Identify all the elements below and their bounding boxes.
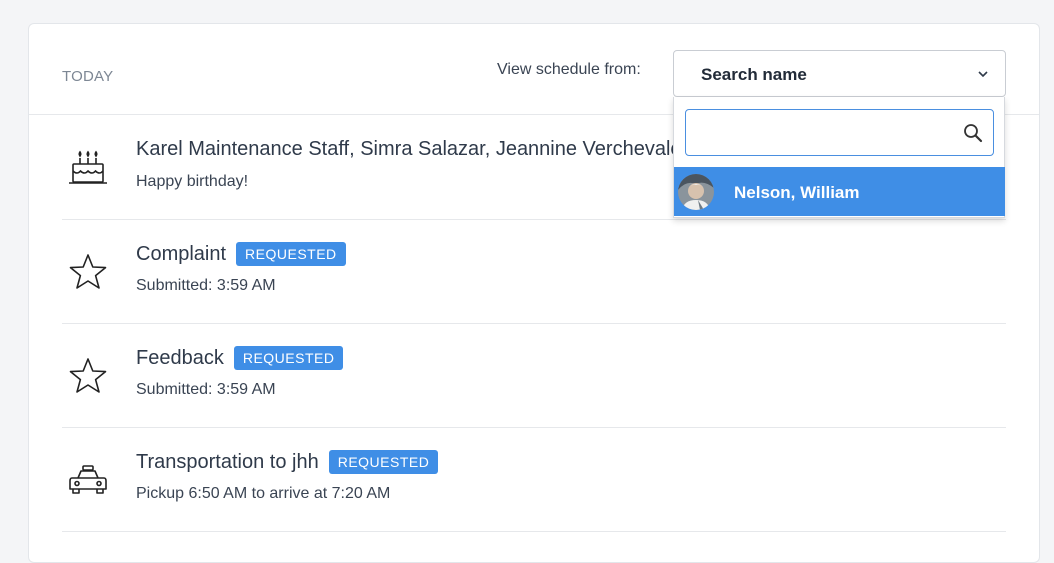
list-item: Transportation to jhh REQUESTED Pickup 6… (62, 428, 1006, 532)
list-item: Complaint REQUESTED Submitted: 3:59 AM (62, 220, 1006, 324)
star-icon (69, 254, 107, 289)
birthday-cake-icon (69, 150, 107, 184)
search-input[interactable] (694, 118, 954, 146)
name-select[interactable]: Search name (673, 50, 1006, 97)
taxi-icon (69, 465, 107, 494)
star-icon (69, 358, 107, 393)
item-title: Complaint (136, 242, 227, 265)
today-label: TODAY (62, 68, 114, 85)
dropdown-option-label: Nelson, William (734, 183, 860, 202)
item-subtitle: Happy birthday! (136, 173, 249, 190)
status-badge: REQUESTED (328, 450, 439, 474)
select-value: Search name (701, 65, 807, 84)
item-subtitle: Pickup 6:50 AM to arrive at 7:20 AM (136, 485, 391, 502)
list-item: Feedback REQUESTED Submitted: 3:59 AM (62, 324, 1006, 428)
item-subtitle: Submitted: 3:59 AM (136, 277, 276, 294)
chevron-down-icon (978, 71, 988, 78)
item-title: Karel Maintenance Staff, Simra Salazar, … (136, 138, 682, 160)
view-schedule-label: View schedule from: (497, 61, 641, 78)
dropdown-option[interactable]: Nelson, William (674, 167, 1005, 216)
item-title: Feedback (136, 346, 224, 369)
item-title: Transportation to jhh (136, 450, 319, 473)
search-icon (964, 124, 983, 143)
item-subtitle: Submitted: 3:59 AM (136, 381, 276, 398)
avatar (678, 174, 714, 210)
name-dropdown: Nelson, William (673, 97, 1005, 218)
status-badge: REQUESTED (233, 346, 344, 370)
dropdown-search (685, 109, 994, 156)
status-badge: REQUESTED (236, 242, 346, 266)
